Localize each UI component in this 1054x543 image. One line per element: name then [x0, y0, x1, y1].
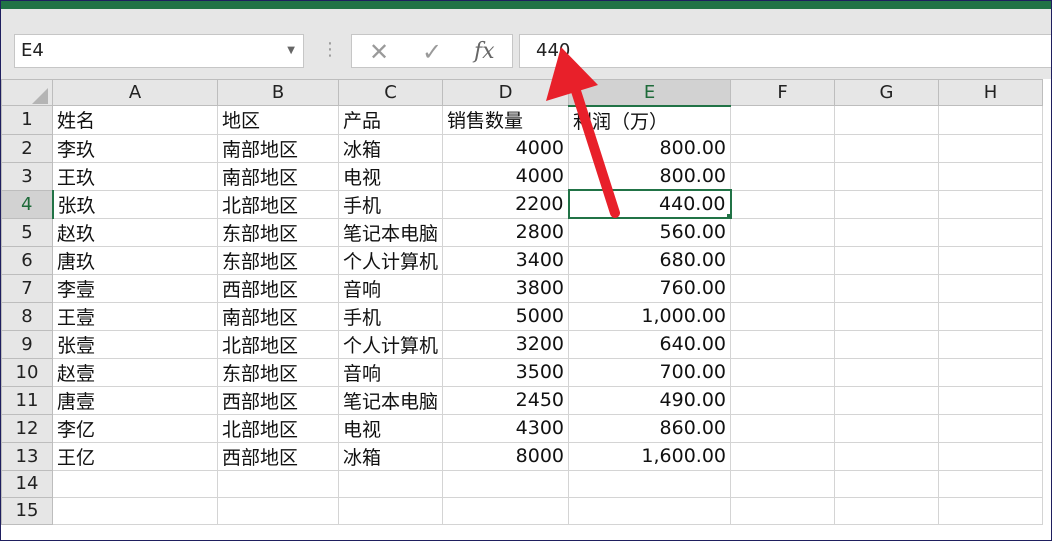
excel-window: E4 ▼ ⋮ ✕ ✓ fx 440 A B C D E F G H 1 姓名 地区 产品 销售数量 利润（…	[0, 0, 1052, 541]
annotation-arrow	[546, 47, 620, 218]
